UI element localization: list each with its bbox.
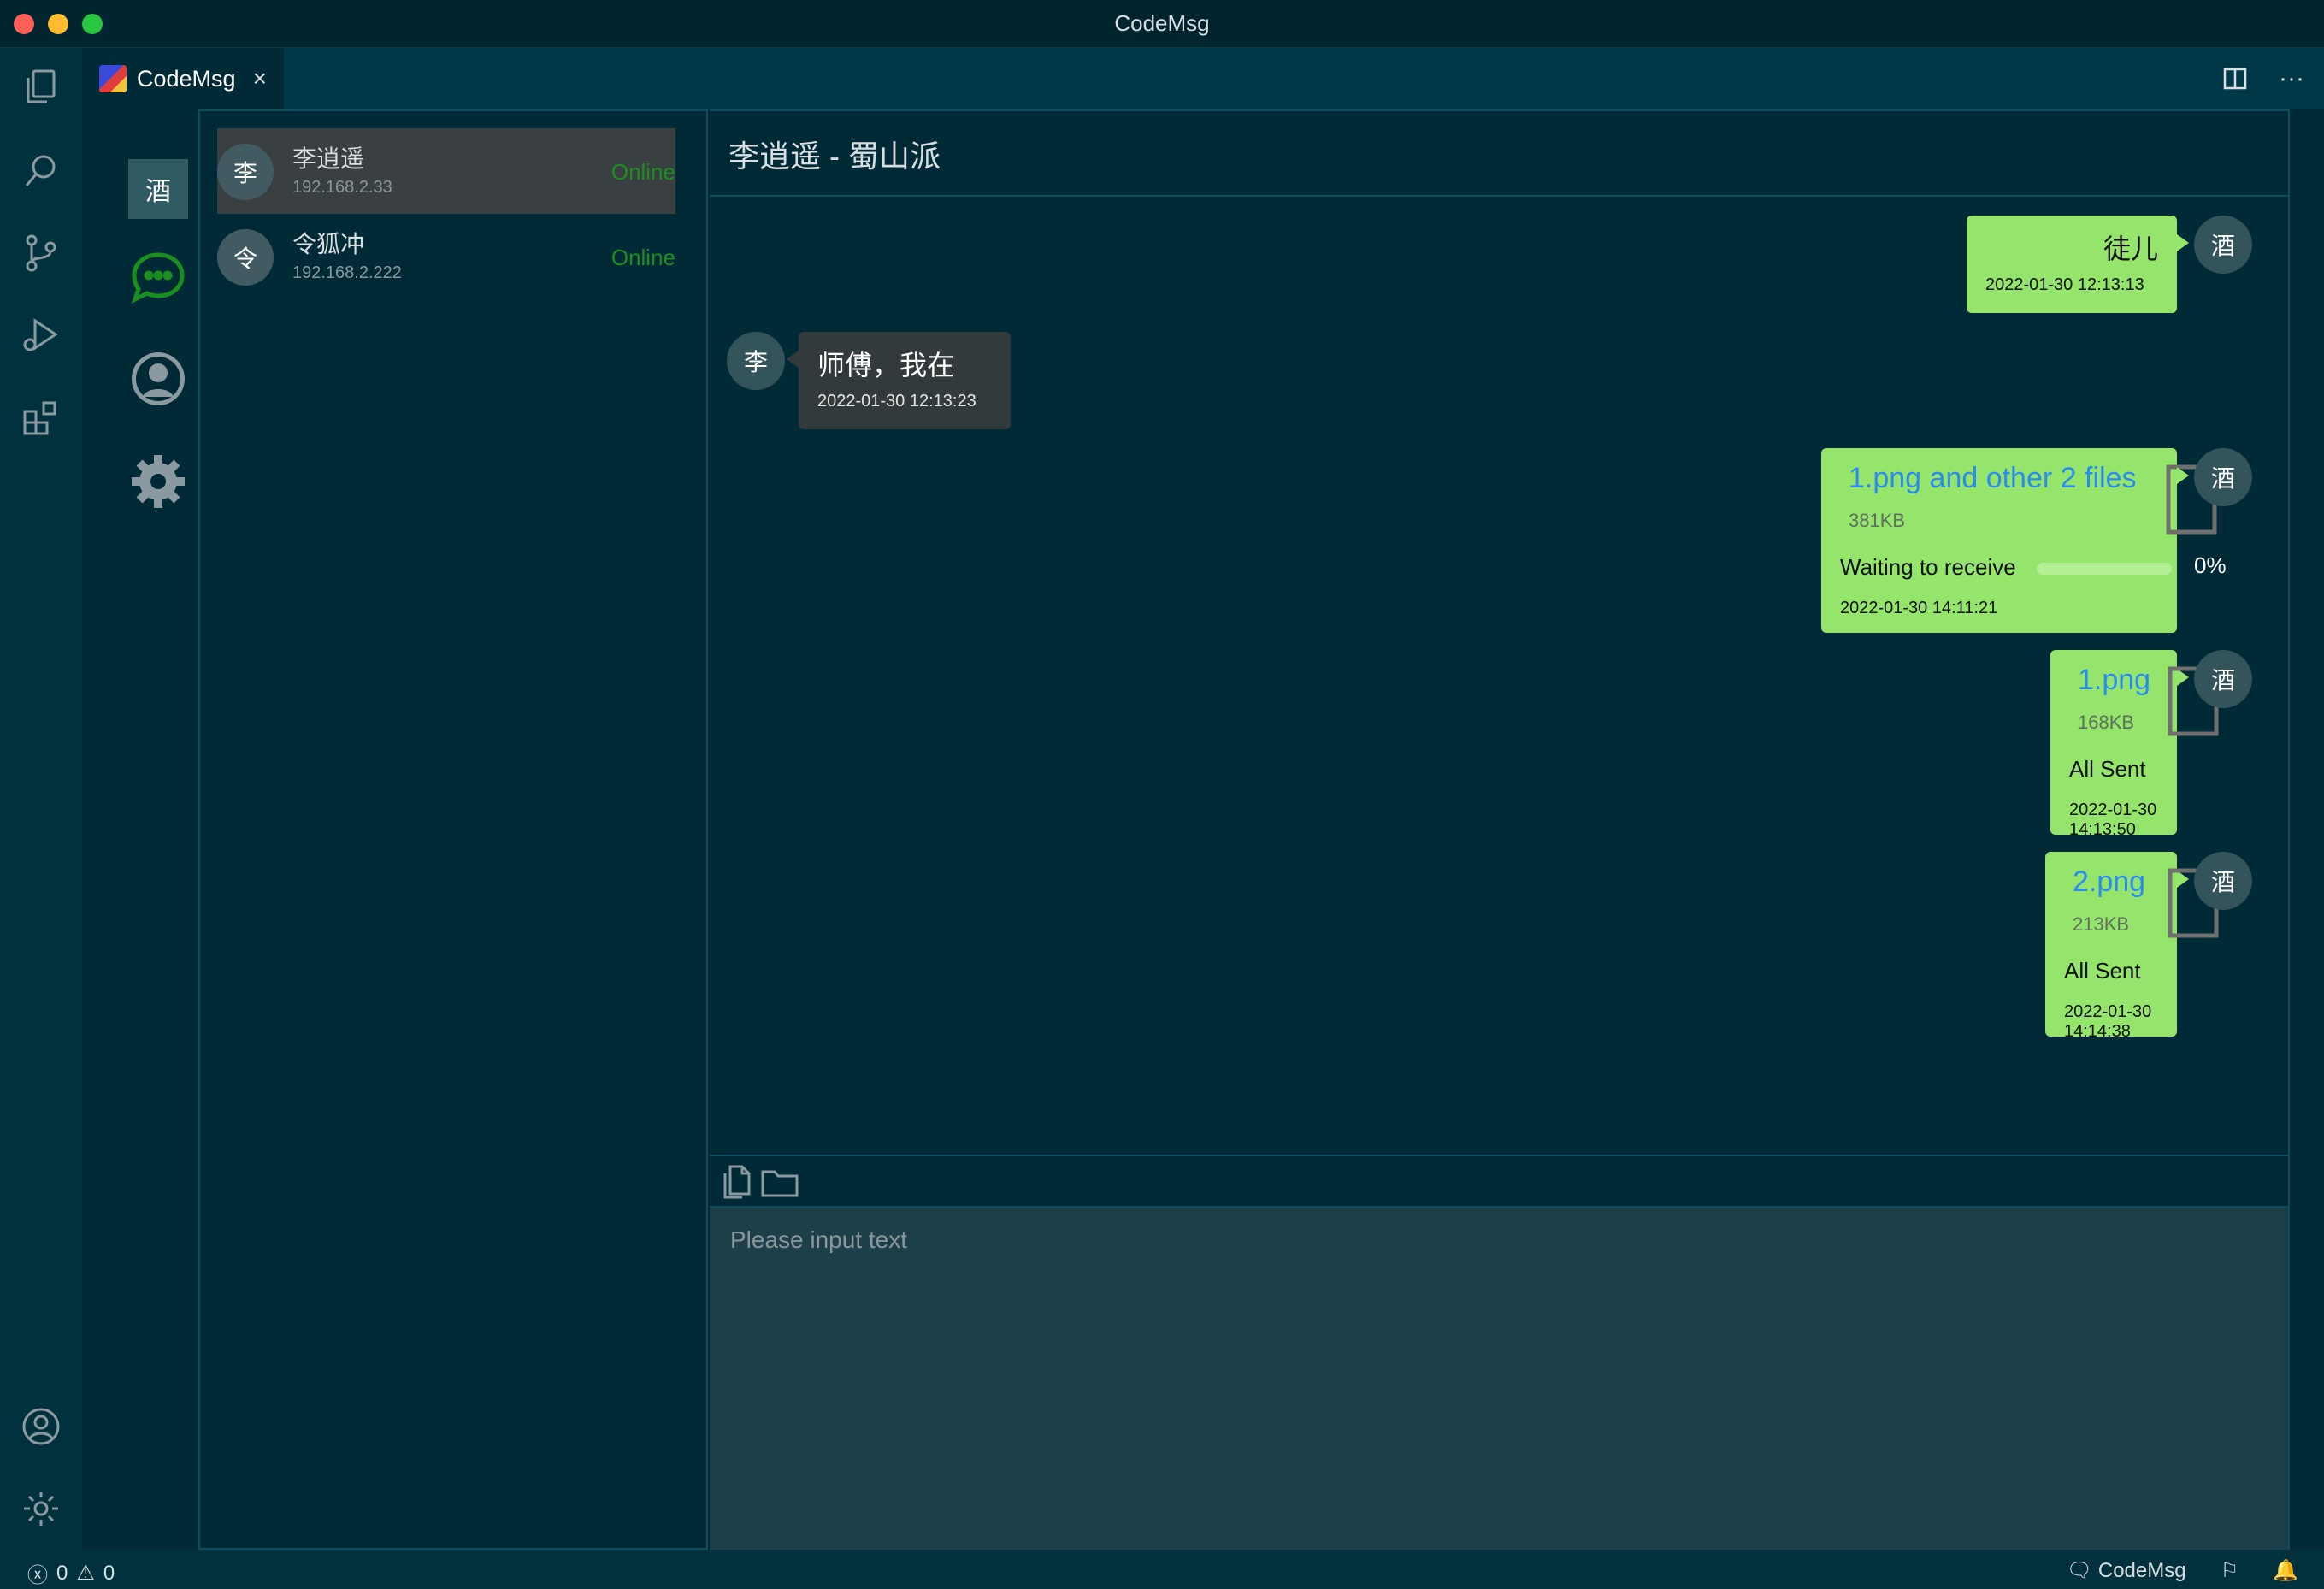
chat-title: 李逍遥 - 蜀山派 xyxy=(728,139,941,174)
file-message-bubble[interactable]: 1.png and other 2 files 381KB Waiting to… xyxy=(1821,448,2227,633)
tab-close-icon[interactable]: × xyxy=(253,65,267,92)
message-list: 徒儿 2022-01-30 12:13:13 酒 李 师傅，我在 2022-01… xyxy=(710,198,2288,1155)
editor-tab-bar: CodeMsg × ··· xyxy=(82,48,2324,109)
chat-bubble-icon: 🗨 xyxy=(2066,1559,2093,1582)
send-folder-icon[interactable] xyxy=(759,1163,800,1201)
chat-icon[interactable] xyxy=(128,248,188,308)
title-bar: CodeMsg xyxy=(0,0,2324,48)
composer-toolbar xyxy=(710,1155,2288,1208)
file-message-bubble[interactable]: 2.png 213KB All Sent 2022-01-30 14:14:38 xyxy=(2045,852,2189,1041)
chat-header: 李逍遥 - 蜀山派 xyxy=(710,111,2288,197)
contact-avatar: 李 xyxy=(217,144,274,200)
manage-gear-icon[interactable] xyxy=(17,1485,65,1533)
run-debug-icon[interactable] xyxy=(17,311,65,359)
error-count: 0 xyxy=(56,1561,68,1585)
message-time: 2022-01-30 14:13:50 xyxy=(2069,800,2157,839)
codemsg-status-item[interactable]: 🗨 CodeMsg xyxy=(2067,1558,2186,1583)
tab-codemsg[interactable]: CodeMsg × xyxy=(82,48,284,109)
split-editor-icon[interactable] xyxy=(2220,63,2250,94)
send-files-icon[interactable] xyxy=(715,1163,756,1201)
message-avatar: 酒 xyxy=(2194,216,2252,274)
progress-bar xyxy=(2037,563,2172,575)
message-bubble[interactable]: 徒儿 2022-01-30 12:13:13 xyxy=(1967,216,2189,313)
file-size: 381KB xyxy=(1849,510,1906,531)
contact-item-li-xiaoyao[interactable]: 李 李逍遥 192.168.2.33 Online xyxy=(217,128,675,214)
file-name-link[interactable]: 1.png and other 2 files xyxy=(1849,462,2136,495)
status-bar: ⓧ 0 ⚠ 0 🗨 CodeMsg ⚐ 🔔 xyxy=(0,1550,2324,1589)
problems-indicator[interactable]: ⓧ 0 ⚠ 0 xyxy=(27,1558,115,1588)
file-status: All Sent xyxy=(2064,958,2141,984)
search-icon[interactable] xyxy=(17,147,65,195)
message-time: 2022-01-30 12:13:13 xyxy=(1985,275,2144,294)
notifications-bell-icon[interactable]: 🔔 xyxy=(2273,1558,2298,1583)
message-avatar: 李 xyxy=(727,332,785,390)
message-time: 2022-01-30 12:13:23 xyxy=(817,392,976,411)
codemsg-logo-icon xyxy=(99,65,127,92)
account-icon[interactable] xyxy=(17,1403,65,1450)
window-title: CodeMsg xyxy=(1114,10,1210,36)
message-time: 2022-01-30 14:11:21 xyxy=(1840,599,1998,617)
file-size: 213KB xyxy=(2073,913,2130,935)
message-time: 2022-01-30 14:14:38 xyxy=(2064,1002,2152,1041)
message-input[interactable] xyxy=(710,1208,2288,1550)
explorer-icon[interactable] xyxy=(17,63,65,111)
more-actions-icon[interactable]: ··· xyxy=(2276,63,2307,94)
file-status: Waiting to receive xyxy=(1840,554,2016,580)
codemsg-webview: 酒 李 李逍遥 192.168.2.33 Online 令 令狐冲 192.16… xyxy=(82,109,2324,1550)
file-size: 168KB xyxy=(2078,712,2135,733)
my-avatar[interactable]: 酒 xyxy=(128,159,188,219)
contact-item-linghu-chong[interactable]: 令 令狐冲 192.168.2.222 Online xyxy=(217,214,675,299)
contact-status: Online xyxy=(610,159,675,185)
contact-ip: 192.168.2.33 xyxy=(292,178,392,197)
message-avatar: 酒 xyxy=(2194,852,2252,910)
progress-percent: 0% xyxy=(2194,552,2227,578)
message-avatar: 酒 xyxy=(2194,650,2252,708)
warning-count: 0 xyxy=(103,1561,115,1585)
extensions-icon[interactable] xyxy=(17,393,65,441)
file-message-bubble[interactable]: 1.png 168KB All Sent 2022-01-30 14:13:50 xyxy=(2050,650,2189,839)
activity-bar xyxy=(0,48,82,1550)
contact-avatar: 令 xyxy=(217,229,274,286)
app-window: CodeMsg CodeMsg × ··· 酒 李 李逍遥 192.168.2.… xyxy=(0,0,2324,1589)
warning-icon: ⚠ xyxy=(76,1562,95,1585)
tab-label: CodeMsg xyxy=(137,65,236,92)
codemsg-status-label: CodeMsg xyxy=(2097,1559,2186,1582)
chat-panel: 李逍遥 - 蜀山派 徒儿 2022-01-30 12:13:13 酒 李 师傅，… xyxy=(710,109,2290,1550)
contact-name: 令狐冲 xyxy=(292,231,365,257)
contact-list: 李 李逍遥 192.168.2.33 Online 令 令狐冲 192.168.… xyxy=(198,109,708,1550)
contact-status: Online xyxy=(610,245,675,270)
contact-ip: 192.168.2.222 xyxy=(292,263,402,282)
file-name-link[interactable]: 2.png xyxy=(2073,865,2145,899)
file-name-link[interactable]: 1.png xyxy=(2078,664,2150,697)
file-status: All Sent xyxy=(2069,756,2146,782)
message-bubble[interactable]: 师傅，我在 2022-01-30 12:13:23 xyxy=(787,332,1011,429)
contact-name: 李逍遥 xyxy=(292,145,365,172)
source-control-icon[interactable] xyxy=(17,229,65,277)
error-icon: ⓧ xyxy=(27,1564,48,1587)
message-text: 师傅，我在 xyxy=(817,350,955,381)
message-text: 徒儿 xyxy=(2103,233,2158,264)
settings-gear-icon[interactable] xyxy=(128,452,188,511)
contacts-icon[interactable] xyxy=(128,349,188,409)
message-avatar: 酒 xyxy=(2194,448,2252,506)
feedback-icon[interactable]: ⚐ xyxy=(2221,1558,2239,1583)
